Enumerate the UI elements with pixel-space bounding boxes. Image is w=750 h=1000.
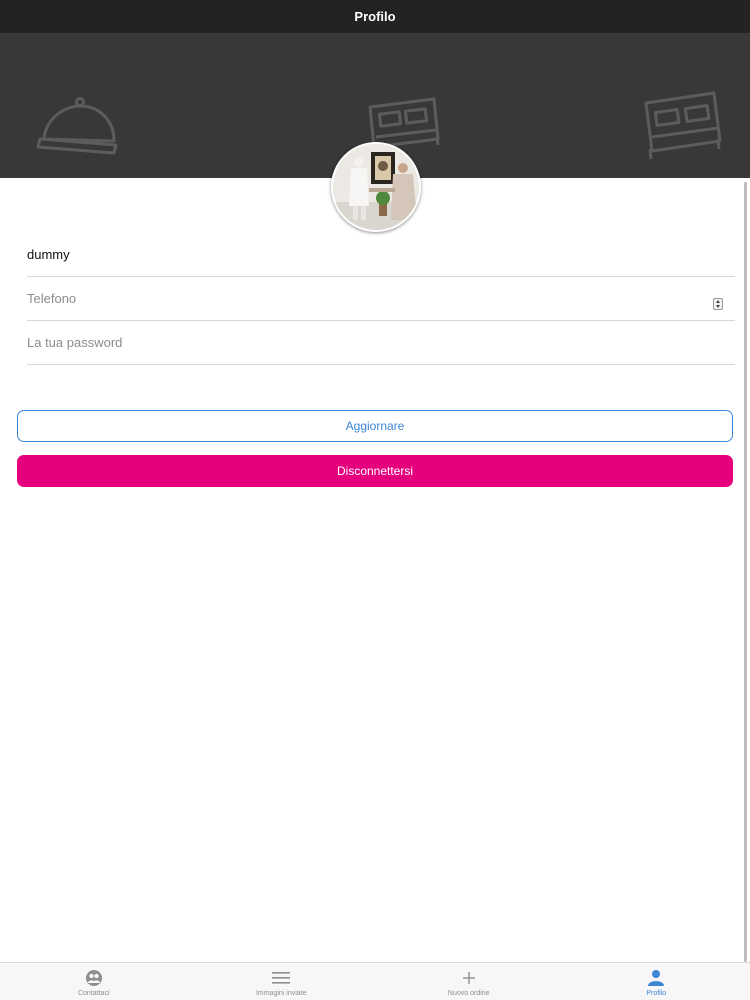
password-input[interactable] [27,335,735,350]
tab-label: Immagini inviate [255,990,307,997]
tab-label: Nuovo ordine [447,990,490,997]
name-field[interactable] [27,233,735,277]
scrollbar[interactable] [744,182,747,962]
tab-immagini-inviate[interactable]: Immagini inviate [188,963,376,1000]
page-title: Profilo [354,9,396,24]
phone-input[interactable] [27,291,735,306]
update-button[interactable]: Aggiornare [17,410,733,442]
person-icon [646,969,666,987]
password-field[interactable] [27,321,735,365]
phone-field[interactable] [27,277,735,321]
profile-photo [333,144,419,230]
tab-profilo[interactable]: Profilo [563,963,750,1000]
tab-nuovo-ordine[interactable]: Nuovo ordine [375,963,563,1000]
phone-stepper[interactable] [713,298,723,310]
logout-button[interactable]: Disconnettersi [17,455,733,487]
avatar[interactable] [331,142,421,232]
bed-icon [644,91,722,160]
tab-contattaci[interactable]: Contattaci [0,963,188,1000]
list-icon [271,969,291,987]
name-input[interactable] [27,247,735,262]
profile-screen: Profilo dummy Telefono Aggiornare Discon… [0,0,750,1000]
tab-label: Contattaci [77,990,110,997]
plus-icon [459,969,479,987]
contacts-icon [84,969,104,987]
room-service-icon [36,97,118,155]
tab-bar: Contattaci Immagini inviate Nuovo ordine [0,962,750,1000]
tab-label: Profilo [646,990,667,997]
navigation-bar: Profilo [0,0,750,33]
